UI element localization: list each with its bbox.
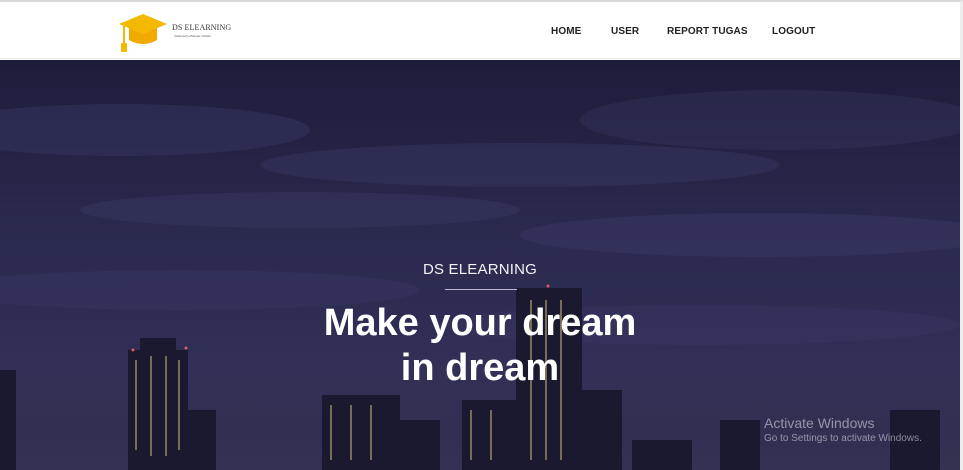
nav-report-tugas-link[interactable]: REPORT TUGAS	[667, 26, 748, 37]
activation-title: Activate Windows	[764, 415, 875, 431]
windows-activation-watermark: Activate Windows Go to Settings to activ…	[764, 415, 922, 445]
nav-home-link[interactable]: HOME	[551, 26, 581, 37]
hero-title: Make your dream in dream	[0, 301, 960, 391]
nav-logout-link[interactable]: LOGOUT	[772, 26, 815, 37]
nav-user-link[interactable]: USER	[611, 26, 639, 37]
hero-title-line-2: in dream	[400, 347, 560, 389]
hero-divider	[445, 289, 517, 290]
hero-content: DS ELEARNING Make your dream in dream	[0, 60, 960, 470]
navbar: DS ELEARNING Tempatnya Belajar Online HO…	[0, 2, 960, 59]
hero-title-line-1: Make your dream	[323, 302, 637, 344]
hero-section: DS ELEARNING Make your dream in dream	[0, 60, 960, 470]
main-nav: HOME USER REPORT TUGAS LOGOUT	[0, 2, 960, 59]
hero-kicker: DS ELEARNING	[422, 261, 538, 278]
activation-subtitle: Go to Settings to activate Windows.	[764, 433, 922, 444]
